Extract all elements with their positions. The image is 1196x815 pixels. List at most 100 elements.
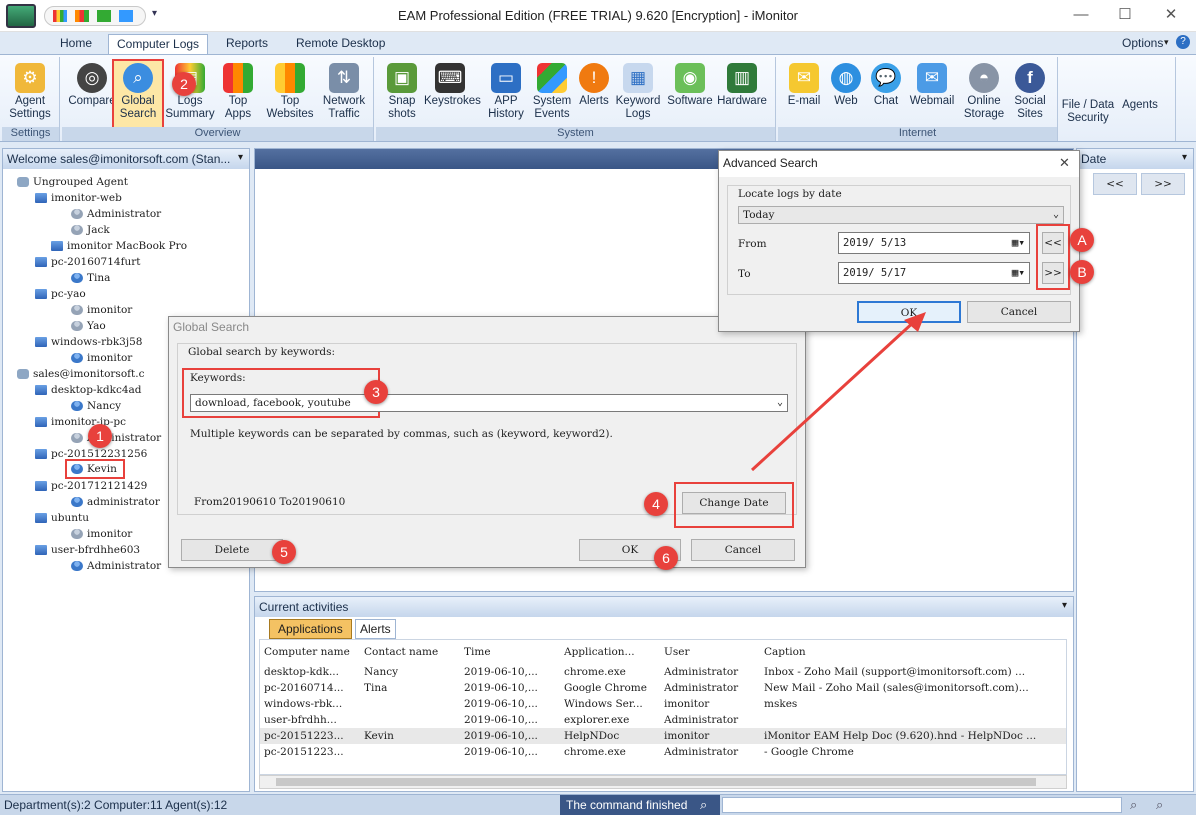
top-apps-button[interactable]: Top Apps: [212, 61, 264, 127]
close-button[interactable]: ✕: [1156, 4, 1186, 28]
cell: HelpNDoc: [564, 730, 620, 742]
activities-tab-applications[interactable]: Applications: [269, 619, 352, 639]
app-history-button[interactable]: ▭ APP History: [480, 61, 532, 127]
tree-node[interactable]: imonitor: [71, 527, 132, 541]
minimize-button[interactable]: —: [1066, 4, 1096, 28]
column-header[interactable]: Contact name: [364, 644, 460, 660]
tree-node-selected[interactable]: Kevin: [65, 459, 125, 479]
tree-node[interactable]: Tina: [71, 271, 110, 285]
social-sites-button[interactable]: f Social Sites: [1004, 61, 1056, 127]
agents-button[interactable]: Agents: [1118, 61, 1162, 127]
global-search-button[interactable]: ⌕ Global Search: [112, 59, 164, 129]
search-icon[interactable]: ⌕: [700, 797, 707, 813]
cell: imonitor: [664, 698, 710, 710]
keystrokes-button[interactable]: ⌨ Keystrokes: [424, 61, 481, 127]
tree-node[interactable]: Administrator: [71, 559, 161, 573]
horizontal-scrollbar[interactable]: [259, 775, 1067, 789]
zoom-in-icon[interactable]: ⌕: [1130, 797, 1137, 813]
table-row[interactable]: windows-rbk... 2019-06-10,... Windows Ser.…: [260, 696, 1066, 712]
tab-computer-logs[interactable]: Computer Logs: [108, 34, 209, 54]
table-row[interactable]: user-bfrdhh... 2019-06-10,... explorer.exe…: [260, 712, 1066, 728]
tree-node[interactable]: imonitor: [71, 303, 132, 317]
tree-node[interactable]: pc-20160714furt: [35, 255, 140, 269]
online-storage-button[interactable]: ◓ Online Storage: [958, 61, 1010, 127]
tree-node[interactable]: pc-201712121429: [35, 479, 147, 493]
options-menu[interactable]: Options: [1114, 34, 1171, 54]
tree-node[interactable]: Ungrouped Agent: [17, 175, 128, 189]
annotation-6: 6: [654, 546, 678, 570]
agent-settings-button[interactable]: ⚙ Agent Settings: [4, 61, 56, 127]
tree-node[interactable]: Administrator: [71, 431, 161, 445]
date-preset-select[interactable]: Today ⌄: [738, 206, 1064, 224]
software-button[interactable]: ◉ Software: [664, 61, 716, 127]
tree-node[interactable]: imonitor-web: [35, 191, 122, 205]
tree-node[interactable]: windows-rbk3j58: [35, 335, 142, 349]
tree-node[interactable]: administrator: [71, 495, 160, 509]
tree-node[interactable]: imonitor: [71, 351, 132, 365]
tree-node[interactable]: Nancy: [71, 399, 121, 413]
chevron-down-icon[interactable]: ▾: [1062, 600, 1067, 611]
calendar-icon[interactable]: ▦▾: [1012, 263, 1025, 283]
tree-node[interactable]: desktop-kdkc4ad: [35, 383, 142, 397]
date-next-button[interactable]: >>: [1141, 173, 1185, 195]
advanced-cancel-button[interactable]: Cancel: [967, 301, 1071, 323]
delete-button[interactable]: Delete: [181, 539, 283, 561]
date-prev-button[interactable]: <<: [1093, 173, 1137, 195]
tree-node[interactable]: imonitor-jp-pc: [35, 415, 126, 429]
tab-remote-desktop[interactable]: Remote Desktop: [288, 34, 393, 54]
column-header[interactable]: Computer name: [264, 644, 360, 660]
tree-node[interactable]: Yao: [71, 319, 106, 333]
date-back-button[interactable]: <<: [1042, 232, 1064, 254]
tree-node[interactable]: Jack: [71, 223, 110, 237]
chevron-down-icon[interactable]: ▾: [238, 152, 243, 163]
help-icon[interactable]: ?: [1176, 35, 1190, 49]
options-chevron-icon[interactable]: ▾: [1164, 37, 1169, 48]
status-search-field[interactable]: [722, 797, 1122, 813]
chat-button[interactable]: 💬 Chat: [860, 61, 912, 127]
tab-reports[interactable]: Reports: [218, 34, 276, 54]
column-header[interactable]: User: [664, 644, 760, 660]
snapshots-button[interactable]: ▣ Snap shots: [376, 61, 428, 127]
table-row[interactable]: pc-20151223... 2019-06-10,... chrome.exe Ad…: [260, 744, 1066, 760]
top-websites-button[interactable]: Top Websites: [264, 61, 316, 127]
keywords-input[interactable]: download, facebook, youtube ⌄: [190, 394, 788, 412]
hardware-button[interactable]: ▥ Hardware: [716, 61, 768, 127]
tree-node[interactable]: ubuntu: [35, 511, 89, 525]
calendar-icon[interactable]: ▦▾: [1012, 233, 1025, 253]
chevron-down-icon[interactable]: ⌄: [1053, 207, 1059, 223]
from-date-input[interactable]: 2019/ 5/13 ▦▾: [838, 232, 1030, 254]
network-traffic-button[interactable]: ⇅ Network Traffic: [318, 61, 370, 127]
global-search-dialog: Global Search Global search by keywords:…: [168, 316, 806, 568]
to-date-input[interactable]: 2019/ 5/17 ▦▾: [838, 262, 1030, 284]
tree-node[interactable]: imonitor MacBook Pro: [51, 239, 187, 253]
keyword-logs-button[interactable]: ▦ Keyword Logs: [612, 61, 664, 127]
zoom-out-icon[interactable]: ⌕: [1156, 797, 1163, 813]
table-row[interactable]: pc-20160714... Tina 2019-06-10,... Google C…: [260, 680, 1066, 696]
table-row[interactable]: desktop-kdk... Nancy 2019-06-10,... chrome.…: [260, 664, 1066, 680]
tree-node[interactable]: user-bfrdhhe603: [35, 543, 140, 557]
webmail-button[interactable]: ✉ Webmail: [906, 61, 958, 127]
maximize-button[interactable]: ☐: [1110, 4, 1140, 28]
date-forward-button[interactable]: >>: [1042, 262, 1064, 284]
tree-node[interactable]: pc-yao: [35, 287, 86, 301]
scrollbar-thumb[interactable]: [276, 778, 1036, 786]
column-header[interactable]: Time: [464, 644, 560, 660]
compare-button[interactable]: ◎ Compare: [66, 61, 118, 127]
annotation-arrow: [750, 312, 926, 472]
column-header[interactable]: Caption: [764, 644, 1064, 660]
advanced-search-close[interactable]: ✕: [1059, 155, 1070, 171]
cell: mskes: [764, 698, 798, 710]
group-settings-label: Settings: [2, 127, 59, 141]
tab-home[interactable]: Home: [52, 34, 100, 54]
column-header[interactable]: Application...: [564, 644, 660, 660]
cancel-button[interactable]: Cancel: [691, 539, 795, 561]
tree-node[interactable]: sales@imonitorsoft.c: [17, 367, 144, 381]
chevron-down-icon[interactable]: ▾: [1182, 152, 1187, 163]
tree-node-label: imonitor: [87, 304, 133, 316]
table-row[interactable]: pc-20151223... Kevin 2019-06-10,... HelpNDo…: [260, 728, 1066, 744]
activities-tab-alerts[interactable]: Alerts: [355, 619, 396, 639]
user-icon: [71, 209, 83, 219]
file-data-security-button[interactable]: File / Data Security: [1060, 61, 1116, 127]
tree-node[interactable]: Administrator: [71, 207, 161, 221]
change-date-button[interactable]: Change Date: [682, 492, 786, 514]
